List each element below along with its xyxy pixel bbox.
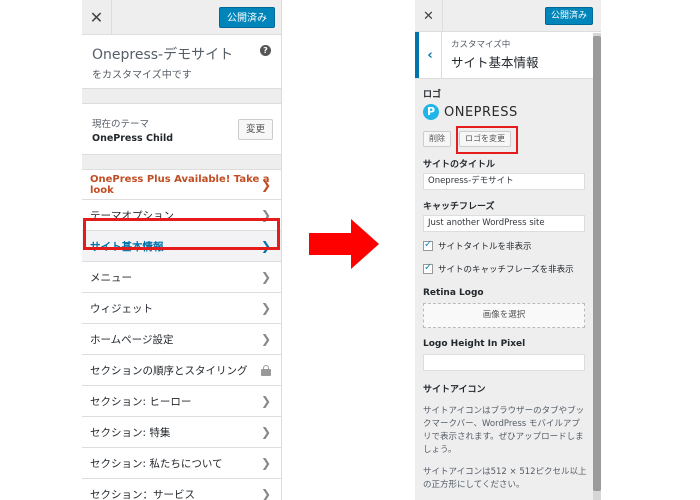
- site-title-label: サイトのタイトル: [423, 160, 496, 170]
- retina-logo-label: Retina Logo: [423, 288, 484, 298]
- menu-item-label: セクションの順序とスタイリング: [90, 364, 248, 377]
- menu-item-section-services[interactable]: セクション：サービス ❯: [82, 479, 281, 500]
- menu-item-label: OnePress Plus Available! Take a look: [90, 173, 270, 196]
- chevron-right-icon: ❯: [260, 425, 271, 439]
- logo-height-input[interactable]: [423, 354, 585, 371]
- highlight-box-change-logo: [456, 126, 518, 154]
- menu-item-label: セクション: 特集: [90, 426, 171, 439]
- publish-button[interactable]: 公開済み: [544, 7, 593, 25]
- site-subtitle: をカスタマイズ中です: [92, 70, 192, 81]
- select-image-button[interactable]: 画像を選択: [423, 303, 585, 328]
- lock-icon: [261, 365, 271, 376]
- menu-item-widgets[interactable]: ウィジェット ❯: [82, 293, 281, 324]
- menu-item-section-order[interactable]: セクションの順序とスタイリング: [82, 355, 281, 386]
- site-icon-description: サイトアイコンはブラウザーのタブやブックマークバー、WordPress モバイル…: [423, 406, 585, 455]
- back-chevron-icon[interactable]: ‹: [415, 32, 442, 78]
- section-header: ‹ カスタマイズ中 サイト基本情報: [415, 32, 601, 79]
- checkbox-label: サイトタイトルを非表示: [438, 242, 532, 252]
- menu-item-promo[interactable]: OnePress Plus Available! Take a look ❯: [82, 169, 281, 200]
- current-theme-box: 現在のテーマ OnePress Child 変更: [82, 103, 281, 155]
- menu-item-section-hero[interactable]: セクション: ヒーロー ❯: [82, 386, 281, 417]
- hide-title-option[interactable]: サイトタイトルを非表示: [423, 239, 593, 252]
- tagline-label: キャッチフレーズ: [423, 202, 495, 212]
- arrow-right-icon: [309, 219, 379, 269]
- help-icon[interactable]: ?: [260, 45, 271, 56]
- site-info-header: Onepress-デモサイト をカスタマイズ中です ?: [82, 35, 281, 89]
- menu-item-section-features[interactable]: セクション: 特集 ❯: [82, 417, 281, 448]
- logo-preview: P ONEPRESS: [423, 104, 593, 120]
- scrollbar-thumb[interactable]: [593, 36, 601, 491]
- close-icon[interactable]: ✕: [415, 0, 443, 32]
- highlight-box-site-identity: [83, 218, 280, 250]
- site-icon-size-note: サイトアイコンは512 × 512ピクセル以上の正方形にしてください。: [423, 467, 587, 490]
- checkbox-checked-icon[interactable]: [423, 239, 433, 251]
- chevron-right-icon: ❯: [260, 394, 271, 408]
- remove-logo-button[interactable]: 削除: [423, 131, 451, 147]
- breadcrumb: カスタマイズ中: [451, 40, 511, 50]
- logo-height-label: Logo Height In Pixel: [423, 339, 526, 349]
- menu-item-menus[interactable]: メニュー ❯: [82, 262, 281, 293]
- chevron-right-icon: ❯: [260, 178, 271, 192]
- customizer-header: ✕ 公開済み: [415, 0, 601, 32]
- menu-item-section-about[interactable]: セクション: 私たちについて ❯: [82, 448, 281, 479]
- logo-text: ONEPRESS: [444, 104, 518, 120]
- chevron-right-icon: ❯: [260, 270, 271, 284]
- site-title-input[interactable]: Onepress-デモサイト: [423, 173, 585, 190]
- checkbox-label: サイトのキャッチフレーズを非表示: [438, 265, 574, 275]
- customizer-header: ✕ 公開済み: [82, 0, 281, 35]
- chevron-right-icon: ❯: [260, 456, 271, 470]
- menu-item-label: メニュー: [90, 271, 132, 284]
- menu-item-label: セクション: ヒーロー: [90, 395, 192, 408]
- menu-item-label: セクション: 私たちについて: [90, 457, 223, 470]
- site-title: Onepress-デモサイト: [92, 47, 234, 63]
- chevron-right-icon: ❯: [260, 301, 271, 315]
- logo-label: ロゴ: [423, 90, 442, 100]
- chevron-right-icon: ❯: [260, 332, 271, 346]
- menu-item-homepage-settings[interactable]: ホームページ設定 ❯: [82, 324, 281, 355]
- site-icon-label: サイトアイコン: [423, 385, 486, 395]
- menu-item-label: ウィジェット: [90, 302, 153, 315]
- checkbox-checked-icon[interactable]: [423, 262, 433, 274]
- customizer-panel-site-identity: ✕ 公開済み ‹ カスタマイズ中 サイト基本情報 ロゴ P ONEPRESS 削…: [415, 0, 601, 500]
- menu-item-label: ホームページ設定: [90, 333, 174, 346]
- customizer-panel-main: ✕ 公開済み Onepress-デモサイト をカスタマイズ中です ? 現在のテー…: [82, 0, 282, 500]
- change-theme-button[interactable]: 変更: [237, 119, 273, 140]
- close-icon[interactable]: ✕: [82, 0, 112, 35]
- menu-item-label: セクション：サービス: [90, 488, 195, 500]
- hide-tagline-option[interactable]: サイトのキャッチフレーズを非表示: [423, 262, 593, 275]
- onepress-logo-icon: P: [423, 104, 439, 120]
- publish-button[interactable]: 公開済み: [219, 7, 275, 28]
- section-title: サイト基本情報: [451, 55, 539, 70]
- chevron-right-icon: ❯: [260, 487, 271, 500]
- tagline-input[interactable]: Just another WordPress site: [423, 215, 585, 232]
